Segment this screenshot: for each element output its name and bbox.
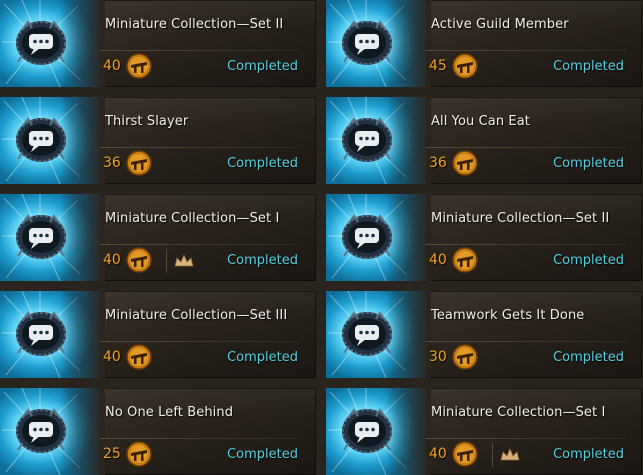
reward-separator (492, 443, 493, 467)
achievement-points-icon (126, 247, 152, 273)
speech-bubble-achievement-icon (342, 214, 392, 259)
speech-bubble-achievement-icon (16, 117, 66, 162)
achievement-title: Active Guild Member (431, 17, 569, 32)
achievement-title: Miniature Collection—Set I (431, 405, 606, 420)
status-label: Completed (553, 253, 624, 268)
speech-bubble-achievement-icon (342, 20, 392, 65)
achievement-points-icon (126, 344, 152, 370)
divider (100, 50, 300, 51)
crown-icon (500, 448, 520, 461)
achievement-points-icon (126, 53, 152, 79)
status-label: Completed (227, 156, 298, 171)
divider (100, 341, 300, 342)
achievement-card[interactable]: No One Left Behind 25 Completed (0, 388, 316, 475)
achievement-points: 40 (429, 446, 447, 462)
divider (426, 341, 626, 342)
divider (100, 244, 300, 245)
achievement-points: 36 (429, 155, 447, 171)
speech-bubble-achievement-icon (16, 214, 66, 259)
achievement-title: Miniature Collection—Set III (105, 308, 288, 323)
status-label: Completed (227, 253, 298, 268)
achievement-points-icon (452, 344, 478, 370)
achievement-card[interactable]: Miniature Collection—Set II 40 Completed (0, 0, 316, 87)
achievement-card[interactable]: Miniature Collection—Set III 40 Complete… (0, 291, 316, 378)
achievement-title: Miniature Collection—Set I (105, 211, 280, 226)
achievement-card[interactable]: Teamwork Gets It Done 30 Completed (326, 291, 642, 378)
crown-icon (174, 254, 194, 267)
divider (426, 50, 626, 51)
speech-bubble-achievement-icon (342, 311, 392, 356)
speech-bubble-achievement-icon (16, 311, 66, 356)
reward-separator (166, 249, 167, 273)
achievement-points: 45 (429, 58, 447, 74)
achievement-title: Thirst Slayer (105, 114, 189, 129)
status-label: Completed (553, 350, 624, 365)
achievement-points: 40 (429, 252, 447, 268)
speech-bubble-achievement-icon (16, 20, 66, 65)
achievement-card[interactable]: Miniature Collection—Set II 40 Completed (326, 194, 642, 281)
status-label: Completed (227, 447, 298, 462)
divider (426, 438, 626, 439)
status-label: Completed (227, 350, 298, 365)
achievement-points-icon (126, 150, 152, 176)
achievement-points: 40 (103, 252, 121, 268)
achievement-grid: Miniature Collection—Set II 40 Completed (0, 0, 643, 475)
divider (100, 147, 300, 148)
achievement-points-icon (452, 53, 478, 79)
achievement-title: Teamwork Gets It Done (431, 308, 585, 323)
achievement-points: 36 (103, 155, 121, 171)
speech-bubble-achievement-icon (342, 117, 392, 162)
achievement-points-icon (452, 441, 478, 467)
achievement-points-icon (126, 441, 152, 467)
status-label: Completed (553, 59, 624, 74)
achievement-points-icon (452, 150, 478, 176)
achievement-title: All You Can Eat (431, 114, 530, 129)
achievement-card[interactable]: Miniature Collection—Set I 40 Completed (0, 194, 316, 281)
achievement-points: 40 (103, 349, 121, 365)
divider (426, 147, 626, 148)
achievement-card[interactable]: Thirst Slayer 36 Completed (0, 97, 316, 184)
achievement-title: Miniature Collection—Set II (105, 17, 284, 32)
achievement-points: 30 (429, 349, 447, 365)
divider (426, 244, 626, 245)
status-label: Completed (553, 447, 624, 462)
achievement-card[interactable]: All You Can Eat 36 Completed (326, 97, 642, 184)
achievement-points: 25 (103, 446, 121, 462)
achievement-card[interactable]: Miniature Collection—Set I 40 Completed (326, 388, 642, 475)
divider (100, 438, 300, 439)
speech-bubble-achievement-icon (16, 408, 66, 453)
achievement-card[interactable]: Active Guild Member 45 Completed (326, 0, 642, 87)
status-label: Completed (553, 156, 624, 171)
status-label: Completed (227, 59, 298, 74)
achievement-title: No One Left Behind (105, 405, 234, 420)
achievement-points: 40 (103, 58, 121, 74)
achievement-title: Miniature Collection—Set II (431, 211, 610, 226)
speech-bubble-achievement-icon (342, 408, 392, 453)
achievement-points-icon (452, 247, 478, 273)
